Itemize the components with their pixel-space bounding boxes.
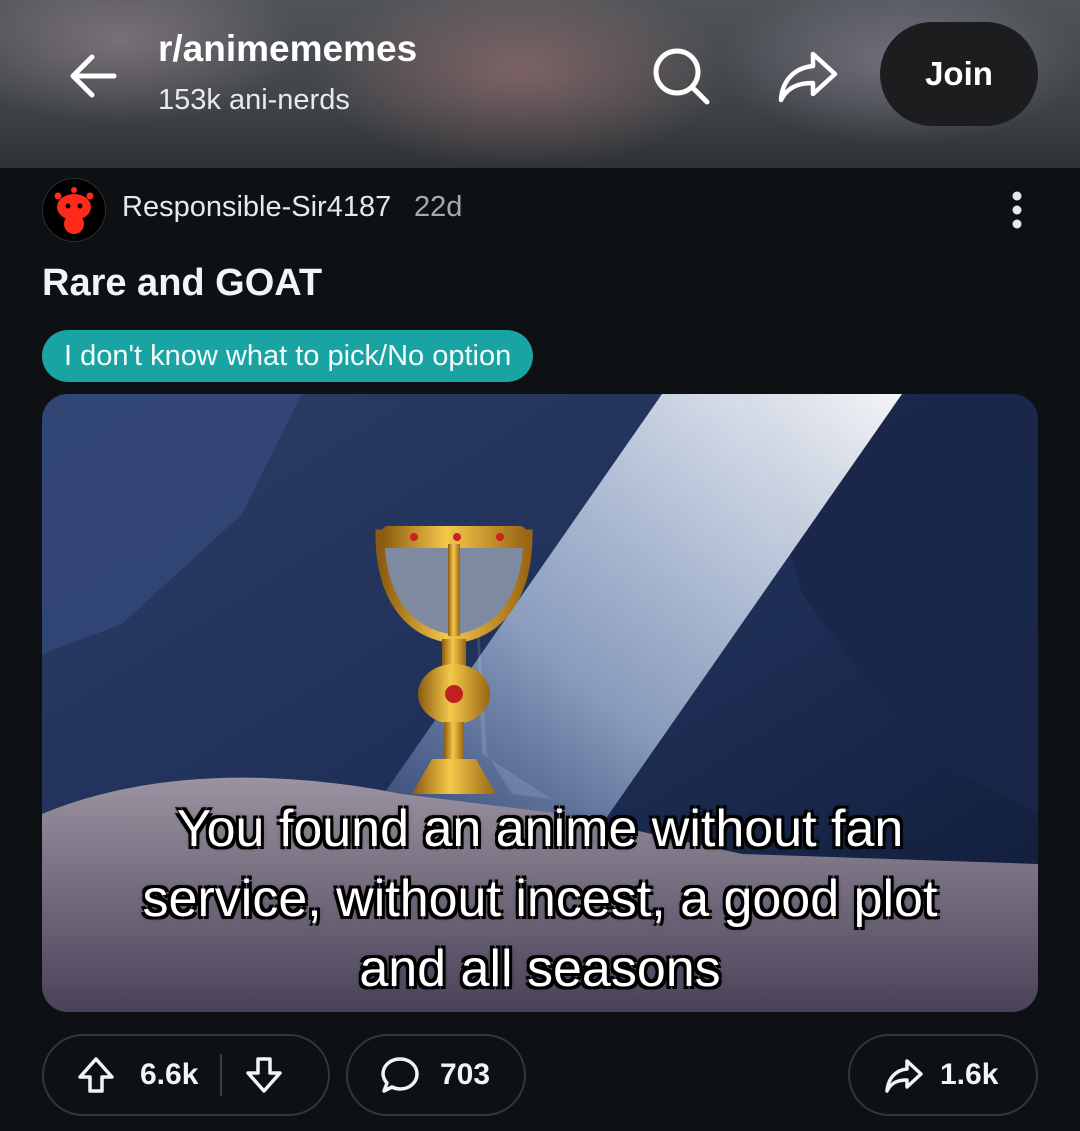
member-count: 153k ani-nerds (158, 84, 350, 116)
upvote-icon[interactable] (76, 1055, 116, 1095)
caption-line-3: and all seasons (359, 940, 721, 998)
post-author[interactable]: Responsible-Sir4187 (122, 191, 391, 224)
comment-bubble-icon (380, 1055, 420, 1095)
downvote-icon[interactable] (244, 1055, 284, 1095)
comment-count: 703 (440, 1058, 491, 1091)
post-title[interactable]: Rare and GOAT (42, 262, 322, 305)
author-avatar[interactable] (42, 178, 106, 242)
post-image[interactable]: You found an anime without fan service, … (42, 394, 1038, 1012)
share-arrow-icon (884, 1055, 924, 1095)
share-icon[interactable] (775, 42, 841, 108)
join-button[interactable]: Join (880, 22, 1038, 126)
caption-line-2: service, without incest, a good plot (142, 870, 938, 928)
post-age: 22d (414, 191, 463, 223)
share-count: 1.6k (940, 1058, 999, 1091)
image-caption: You found an anime without fan service, … (42, 794, 1038, 1004)
post-flair[interactable]: I don't know what to pick/No option (42, 330, 534, 382)
comments-button[interactable]: 703 (346, 1034, 526, 1116)
back-arrow-icon[interactable] (62, 45, 124, 107)
more-options-icon[interactable] (1000, 188, 1034, 232)
share-button[interactable]: 1.6k (848, 1034, 1038, 1116)
search-icon[interactable] (647, 42, 713, 108)
subreddit-header: r/animememes 153k ani-nerds Join (0, 0, 1080, 168)
upvote-count: 6.6k (140, 1058, 199, 1091)
snoo-avatar-icon (54, 187, 94, 234)
subreddit-name[interactable]: r/animememes (158, 28, 417, 70)
caption-line-1: You found an anime without fan (176, 800, 904, 858)
vote-divider (220, 1054, 223, 1096)
vote-bar: 6.6k (42, 1034, 330, 1116)
